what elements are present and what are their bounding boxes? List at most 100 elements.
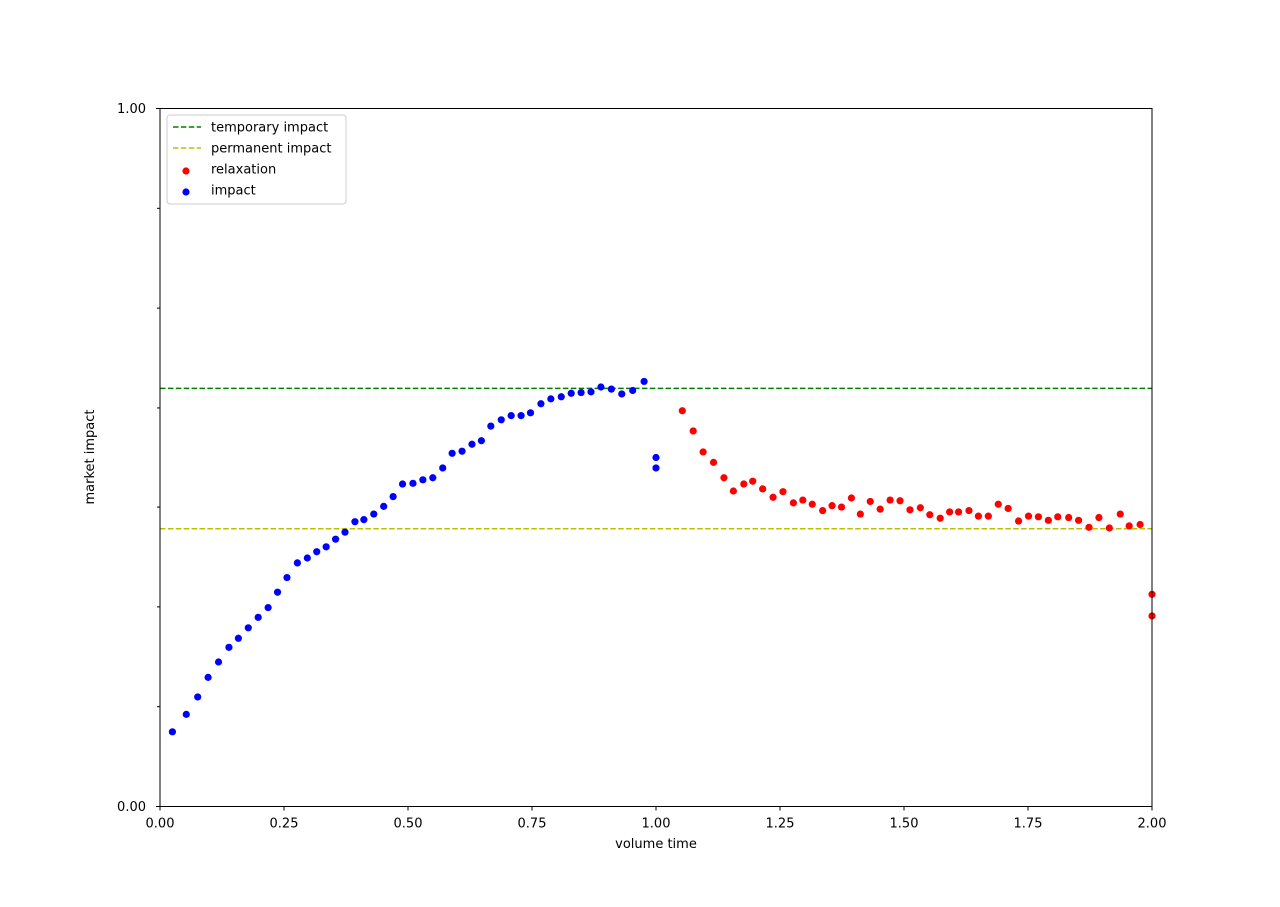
point-impact: [168, 728, 176, 736]
point-impact: [370, 510, 378, 518]
point-relaxation: [678, 407, 686, 415]
x-tick-label: 0.00: [146, 817, 175, 832]
point-impact: [204, 673, 212, 681]
point-relaxation: [759, 485, 767, 493]
point-impact: [640, 377, 648, 386]
point-impact: [468, 440, 476, 448]
chart: 0.00 0.25 0.50 0.75 1.00 1.25 1.50 1.75 2.00 0.0…: [83, 102, 1167, 852]
x-tick-label: 0.25: [270, 817, 299, 832]
point-impact: [567, 389, 575, 397]
point-impact: [517, 412, 525, 420]
point-relaxation: [926, 511, 934, 519]
point-relaxation: [808, 500, 816, 508]
point-impact: [429, 474, 437, 482]
point-impact: [497, 416, 505, 424]
x-tick-label: 2.00: [1138, 817, 1167, 832]
legend-label-impact: impact: [211, 184, 256, 199]
point-impact: [547, 395, 555, 403]
point-relaxation: [729, 487, 737, 495]
point-relaxation: [828, 502, 836, 510]
point-impact: [254, 613, 262, 621]
scatter-points: [168, 377, 1156, 736]
point-relaxation: [965, 506, 973, 515]
point-impact: [607, 385, 615, 393]
point-impact: [182, 710, 190, 718]
point-impact: [526, 409, 535, 417]
point-impact: [629, 386, 637, 395]
point-relaxation: [954, 508, 963, 516]
point-impact: [283, 573, 291, 582]
point-relaxation: [1034, 513, 1043, 521]
y-axis-ticks: 0.00 1.00: [117, 102, 160, 815]
point-impact: [597, 383, 605, 391]
point-impact: [419, 476, 427, 484]
point-relaxation: [896, 497, 904, 505]
point-relaxation: [709, 458, 718, 466]
legend-label-relaxation: relaxation: [211, 163, 276, 178]
point-relaxation: [1054, 513, 1062, 521]
point-impact: [537, 400, 545, 408]
point-impact: [389, 492, 397, 501]
point-impact: [360, 516, 368, 524]
point-relaxation: [847, 494, 856, 502]
point-relaxation: [819, 506, 827, 515]
point-impact: [303, 554, 311, 562]
x-tick-label: 1.00: [642, 817, 671, 832]
point-relaxation: [689, 427, 697, 435]
point-relaxation: [720, 474, 728, 482]
point-impact: [214, 658, 223, 666]
point-impact: [293, 559, 301, 567]
x-axis-ticks: 0.00 0.25 0.50 0.75 1.00 1.25 1.50 1.75 2.00: [146, 806, 1167, 832]
point-impact: [341, 528, 349, 536]
point-relaxation: [886, 496, 894, 504]
point-relaxation: [1136, 520, 1144, 529]
x-axis-label: volume time: [615, 837, 697, 852]
point-relaxation: [1014, 517, 1023, 525]
point-impact: [380, 502, 388, 510]
point-relaxation: [749, 477, 757, 485]
point-impact: [313, 548, 321, 556]
point-impact: [194, 693, 202, 701]
point-relaxation: [866, 497, 874, 506]
x-tick-label: 1.50: [890, 817, 919, 832]
point-impact: [652, 453, 660, 462]
point-impact: [264, 603, 272, 612]
point-impact: [351, 518, 359, 526]
point-relaxation: [789, 499, 797, 507]
point-impact: [273, 588, 282, 596]
point-impact: [244, 624, 252, 632]
y-tick-label: 1.00: [117, 102, 146, 117]
point-impact: [487, 422, 495, 430]
point-relaxation: [984, 512, 992, 520]
point-impact: [458, 447, 466, 455]
point-impact: [439, 464, 447, 472]
legend-marker-relaxation: [182, 167, 190, 175]
point-relaxation: [916, 504, 924, 512]
point-impact: [448, 449, 456, 457]
point-relaxation: [974, 512, 983, 520]
legend-label-temporary-impact: temporary impact: [211, 121, 328, 136]
x-tick-label: 0.75: [518, 817, 547, 832]
x-tick-label: 1.25: [766, 817, 795, 832]
point-impact: [331, 535, 340, 543]
legend-label-permanent-impact: permanent impact: [211, 142, 331, 157]
legend-marker-impact: [182, 188, 190, 196]
y-axis-label: market impact: [83, 409, 98, 504]
point-impact: [225, 643, 233, 651]
point-relaxation: [1074, 516, 1083, 524]
x-tick-label: 1.75: [1014, 817, 1043, 832]
point-relaxation: [1085, 523, 1093, 531]
point-impact: [618, 390, 626, 398]
point-impact: [322, 543, 330, 551]
point-relaxation: [1116, 510, 1124, 518]
point-impact: [234, 634, 242, 642]
legend: temporary impact permanent impact relaxa…: [166, 114, 347, 205]
point-impact: [557, 393, 565, 401]
point-impact: [507, 412, 515, 420]
point-relaxation: [1065, 513, 1073, 522]
point-relaxation: [906, 506, 914, 514]
y-tick-label: 0.00: [117, 800, 146, 815]
point-relaxation: [946, 508, 954, 516]
point-relaxation: [936, 514, 944, 522]
x-tick-label: 0.50: [394, 817, 423, 832]
